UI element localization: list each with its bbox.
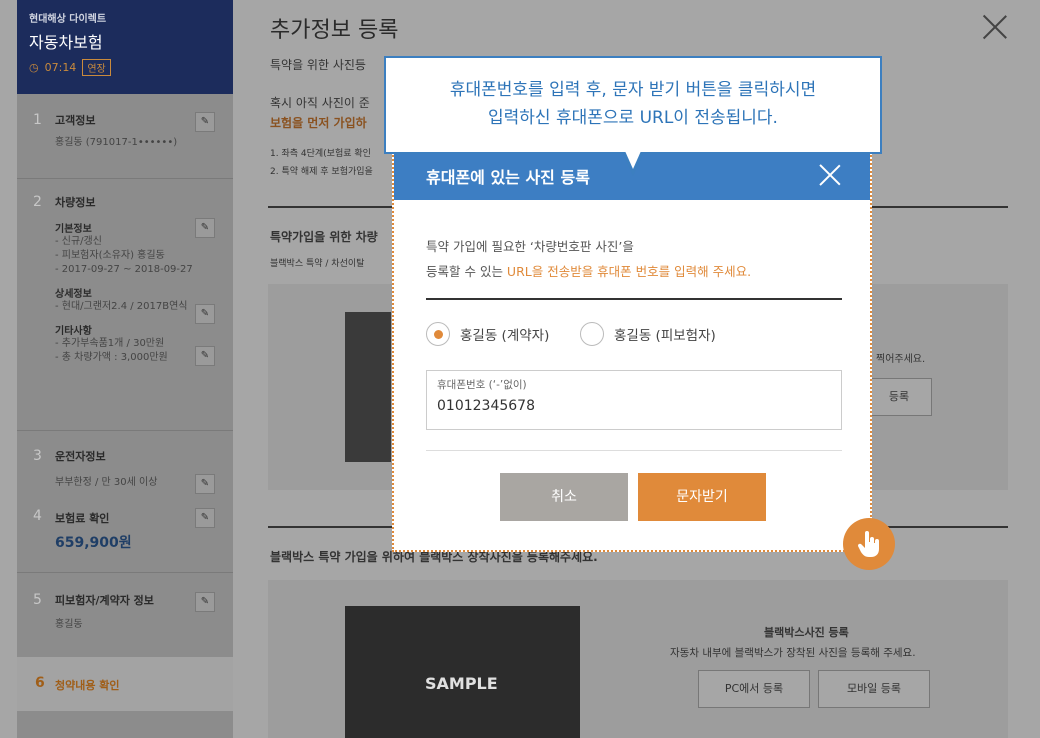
mobile-register-button[interactable]: 모바일 등록 [818, 670, 930, 708]
step-line: - 총 차량가액 : 3,000만원 [55, 352, 168, 363]
step-title: 피보험자/계약자 정보 [55, 594, 154, 607]
extend-button[interactable]: 연장 [82, 59, 111, 76]
step-premium: 4 보험료 확인 659,900원 ✎ [17, 508, 233, 552]
notice-text: 혹시 아직 사진이 준 [270, 96, 370, 110]
cancel-button[interactable]: 취소 [500, 473, 628, 521]
step-line: - 2017-09-27 ~ 2018-09-27 [55, 264, 193, 275]
guide-tooltip: 휴대폰번호를 입력 후, 문자 받기 버튼을 클릭하시면 입력하신 휴대폰으로 … [384, 56, 882, 154]
edit-pencil-icon[interactable]: ✎ [195, 112, 215, 132]
step-number: 6 [35, 675, 45, 691]
pc-register-button[interactable]: PC에서 등록 [698, 670, 810, 708]
sample-photo: SAMPLE [345, 606, 580, 738]
notice-highlight: 보험을 먼저 가입하 [270, 116, 367, 130]
blackbox-title: 블랙박스사진 등록 [764, 626, 849, 639]
radio-unselected-icon[interactable] [580, 322, 604, 346]
radio-selected-icon[interactable] [426, 322, 450, 346]
phone-photo-modal: 휴대폰에 있는 사진 등록 특약 가입에 필요한 ‘차량번호판 사진’을 등록할… [392, 148, 872, 552]
desc-line-2: 등록할 수 있는 URL을 전송받을 휴대폰 번호를 입력해 주세요. [426, 259, 751, 284]
radio-contractor-label: 홍길동 (계약자) [460, 328, 550, 344]
radio-contractor[interactable]: 홍길동 (계약자) [426, 322, 549, 346]
phone-field[interactable]: 휴대폰번호 (‘-’없이) [426, 370, 842, 430]
divider [17, 430, 233, 431]
notice-small-1: 1. 좌측 4단계(보험료 확인 [270, 149, 371, 159]
sidebar-header: 현대해상 다이렉트 자동차보험 ◷ 07:14 연장 [17, 0, 233, 94]
step-number: 3 [33, 448, 42, 464]
sample-label: SAMPLE [425, 674, 498, 693]
radio-insured-label: 홍길동 (피보험자) [614, 328, 716, 344]
step-title: 차량정보 [55, 196, 96, 209]
modal-rule [426, 298, 842, 300]
basic-info-label: 기본정보 [55, 224, 92, 235]
desc-plain: 등록할 수 있는 [426, 264, 507, 279]
product-name: 자동차보험 [29, 33, 103, 52]
modal-divider [426, 450, 842, 451]
page-title: 추가정보 등록 [270, 18, 399, 43]
tooltip-line-1: 휴대폰번호를 입력 후, 문자 받기 버튼을 클릭하시면 [449, 80, 817, 100]
step-title: 청약내용 확인 [55, 679, 120, 692]
step-line: 부부한정 / 만 30세 이상 [55, 477, 158, 488]
divider [17, 572, 233, 573]
edit-pencil-icon[interactable]: ✎ [195, 508, 215, 528]
step-title: 보험료 확인 [55, 512, 110, 525]
divider [17, 178, 233, 179]
step-line: - 신규/갱신 [55, 236, 102, 247]
car-photo [345, 312, 391, 462]
step-number: 4 [33, 508, 42, 524]
intro-text: 특약을 위한 사진등 [270, 58, 366, 72]
sidebar: 현대해상 다이렉트 자동차보험 ◷ 07:14 연장 1 고객정보 홍길동 (7… [17, 0, 233, 738]
phone-label: 휴대폰번호 (‘-’없이) [437, 379, 527, 391]
section1-tail: 찍어주세요. [876, 354, 926, 365]
step-line: - 피보험자(소유자) 홍길동 [55, 250, 165, 261]
edit-pencil-icon[interactable]: ✎ [195, 304, 215, 324]
step-insured-info: 5 피보험자/계약자 정보 홍길동 ✎ [17, 592, 233, 632]
step-vehicle-info: 2 차량정보 기본정보 ✎ - 신규/갱신 - 피보험자(소유자) 홍길동 - … [17, 194, 233, 366]
hand-pointer-icon [843, 518, 895, 570]
clock-icon: ◷ [29, 61, 39, 74]
step-line: - 현대/그랜저2.4 / 2017B연식 [55, 301, 188, 312]
desc-highlight: URL을 전송받을 휴대폰 번호를 입력해 주세요. [506, 264, 752, 279]
step-line: 홍길동 [55, 619, 83, 630]
phone-input[interactable] [437, 398, 831, 414]
step-confirm-active[interactable]: 6 청약내용 확인 [17, 657, 233, 711]
edit-pencil-icon[interactable]: ✎ [195, 218, 215, 238]
edit-pencil-icon[interactable]: ✎ [195, 474, 215, 494]
tooltip-tail-inner [625, 151, 641, 169]
tooltip-line-2: 입력하신 휴대폰으로 URL이 전송됩니다. [488, 108, 778, 128]
company-name: 현대해상 다이렉트 [29, 14, 107, 25]
step-title: 고객정보 [55, 114, 96, 127]
section1-sub: 블랙박스 특약 / 차선이탈 [270, 259, 365, 269]
timer-value: 07:14 [44, 61, 77, 74]
close-icon[interactable] [982, 14, 1008, 40]
section1-title: 특약가입을 위한 차량 [270, 230, 378, 244]
send-sms-button[interactable]: 문자받기 [638, 473, 766, 521]
radio-insured[interactable]: 홍길동 (피보험자) [580, 322, 716, 346]
close-icon[interactable] [818, 163, 842, 187]
desc-line-1: 특약 가입에 필요한 ‘차량번호판 사진’을 [426, 239, 634, 254]
step-line: 홍길동 (791017-1••••••) [55, 137, 178, 148]
step-title: 운전자정보 [55, 450, 106, 463]
step-driver-info: 3 운전자정보 부부한정 / 만 30세 이상 ✎ [17, 448, 233, 494]
step-customer-info: 1 고객정보 홍길동 (791017-1••••••) ✎ [17, 112, 233, 150]
plate-register-button[interactable]: 등록 [866, 378, 932, 416]
session-timer: ◷ 07:14 연장 [29, 59, 221, 76]
step-line: - 추가부속품1개 / 30만원 [55, 338, 165, 349]
modal-title: 휴대폰에 있는 사진 등록 [426, 168, 590, 187]
step-number: 2 [33, 194, 42, 210]
detail-info-label: 상세정보 [55, 289, 92, 300]
edit-pencil-icon[interactable]: ✎ [195, 592, 215, 612]
other-info-label: 기타사항 [55, 326, 92, 337]
premium-price: 659,900원 [55, 535, 132, 551]
modal-description: 특약 가입에 필요한 ‘차량번호판 사진’을 등록할 수 있는 URL을 전송받… [426, 234, 751, 284]
notice-small-2: 2. 특약 해제 후 보험가입을 [270, 167, 373, 177]
step-number: 5 [33, 592, 42, 608]
blackbox-desc: 자동차 내부에 블랙박스가 장착된 사진을 등록해 주세요. [670, 647, 916, 659]
step-number: 1 [33, 112, 42, 128]
edit-pencil-icon[interactable]: ✎ [195, 346, 215, 366]
